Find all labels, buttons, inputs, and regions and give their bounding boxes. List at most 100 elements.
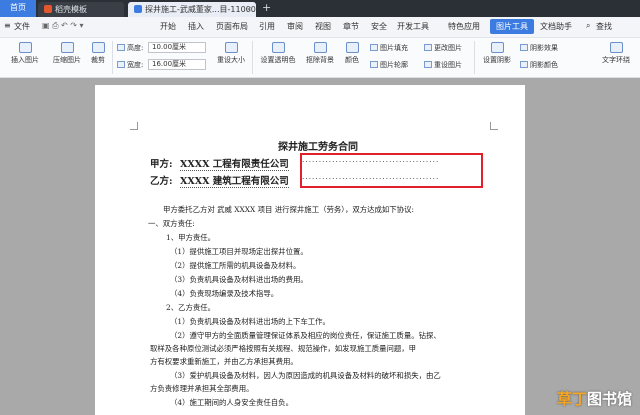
tab-home[interactable]: 首页 (0, 0, 36, 17)
shadow-effect-icon (520, 44, 528, 51)
list-item: （3）负责机具设备及材料进出场的费用。 (170, 274, 308, 285)
remove-background-icon (314, 42, 327, 53)
list-item: （1）提供施工项目并现场定出探井位置。 (170, 246, 308, 257)
reset-picture-label: 重设图片 (434, 61, 462, 69)
picture-fill-button[interactable]: 图片填充 (370, 43, 408, 53)
list-item-continuation: 方负责修理并承担其全部费用。 (150, 383, 253, 394)
watermark-part1: 草丁 (557, 390, 587, 408)
set-shadow-button[interactable]: 设置阴影 (480, 42, 514, 65)
quick-access-icons[interactable]: ▣ ⎙ ↶ ↷ ▾ (42, 21, 84, 31)
ribbon-divider (474, 41, 475, 74)
transparent-color-icon (272, 42, 285, 53)
menu-insert[interactable]: 插入 (188, 21, 204, 32)
party-b-label: 乙方: (150, 173, 173, 187)
party-b-name: XXXX 建筑工程有限公司 (180, 173, 289, 188)
menu-bar: ≡ 文件 ▣ ⎙ ↶ ↷ ▾ 开始 插入 页面布局 引用 审阅 视图 章节 安全… (0, 17, 640, 38)
list-item-continuation: 取样及各种原位测试必须严格按照有关规程、规范操作，如发现施工质量问题，甲 (150, 343, 416, 354)
shadow-color-icon (520, 61, 528, 68)
width-label-text: 宽度: (127, 61, 143, 69)
set-transparent-color-label: 设置透明色 (261, 56, 296, 64)
insert-picture-button[interactable]: 插入图片 (6, 42, 44, 65)
list-item: （2）提供施工所需的机具设备及材料。 (170, 260, 300, 271)
search-icon[interactable]: ⌕ (586, 21, 590, 31)
compress-picture-button[interactable]: 压缩图片 (50, 42, 84, 65)
compress-picture-label: 压缩图片 (53, 56, 81, 64)
set-shadow-label: 设置阴影 (483, 56, 511, 64)
reset-picture-button[interactable]: 重设图片 (424, 60, 462, 70)
shadow-icon (491, 42, 504, 53)
menu-picture-tools[interactable]: 图片工具 (490, 19, 534, 34)
crop-button[interactable]: 裁剪 (88, 42, 108, 65)
list-item: （2）遵守甲方的全面质量管理保证体系及相应的岗位责任，保证施工质量。钻探、 (170, 330, 441, 341)
set-transparent-color-button[interactable]: 设置透明色 (258, 42, 298, 65)
menu-start[interactable]: 开始 (160, 21, 176, 32)
reset-size-label: 重设大小 (217, 56, 245, 64)
picture-outline-button[interactable]: 图片轮廓 (370, 60, 408, 70)
picture-outline-label: 图片轮廓 (380, 61, 408, 69)
watermark-part2: 图书馆 (587, 390, 632, 408)
menu-developer[interactable]: 开发工具 (397, 21, 429, 32)
color-icon (346, 42, 359, 53)
menu-security[interactable]: 安全 (371, 21, 387, 32)
margin-corner-mark (490, 122, 498, 130)
height-label-text: 高度: (127, 44, 143, 52)
ribbon-divider (112, 41, 113, 74)
change-picture-button[interactable]: 更改图片 (424, 43, 462, 53)
menu-view[interactable]: 视图 (315, 21, 331, 32)
menu-references[interactable]: 引用 (259, 21, 275, 32)
list-item: （1）负责机具设备及材料进出场的上下车工作。 (170, 316, 330, 327)
shadow-color-button[interactable]: 阴影颜色 (520, 60, 558, 70)
menu-file[interactable]: 文件 (14, 21, 30, 32)
text-wrap-button[interactable]: 文字环绕 (596, 42, 636, 65)
menu-chapter[interactable]: 章节 (343, 21, 359, 32)
menu-page-layout[interactable]: 页面布局 (216, 21, 248, 32)
list-item: （4）施工期间的人身安全责任自负。 (170, 397, 293, 408)
color-button[interactable]: 颜色 (342, 42, 362, 65)
menu-features[interactable]: 特色应用 (448, 21, 480, 32)
writer-doc-icon (134, 5, 142, 13)
margin-corner-mark (130, 122, 138, 130)
menu-search[interactable]: 查找 (596, 21, 612, 32)
reset-size-button[interactable]: 重设大小 (214, 42, 248, 65)
party-a-duty-heading: 1、甲方责任。 (166, 232, 215, 243)
picture-outline-icon (370, 61, 378, 68)
ribbon-divider (252, 41, 253, 74)
remove-background-label: 抠除背景 (306, 56, 334, 64)
remove-background-button[interactable]: 抠除背景 (302, 42, 338, 65)
picture-icon (19, 42, 32, 53)
height-icon (117, 44, 125, 51)
party-a-name: XXXX 工程有限责任公司 (180, 156, 289, 171)
tab-template[interactable]: 稻壳模板 (38, 2, 124, 17)
text-wrap-label: 文字环绕 (602, 56, 630, 64)
change-picture-label: 更改图片 (434, 44, 462, 52)
list-item: （4）负责现场编录及技术指导。 (170, 288, 278, 299)
menu-icon[interactable]: ≡ (4, 21, 11, 30)
height-input[interactable]: 10.00厘米 (148, 42, 206, 53)
color-label: 颜色 (345, 56, 359, 64)
picture-fill-label: 图片填充 (380, 44, 408, 52)
list-item-continuation: 方有权要求重新施工，并由乙方承担其费用。 (150, 356, 298, 367)
document-title: 探井施工劳务合同 (278, 138, 358, 153)
list-item: （3）爱护机具设备及材料，因人为原因造成的机具设备及材料的破坏和损失，由乙 (170, 370, 441, 381)
insert-picture-label: 插入图片 (11, 56, 39, 64)
shadow-effect-label: 阴影效果 (530, 44, 558, 52)
menu-review[interactable]: 审阅 (287, 21, 303, 32)
shadow-effect-button[interactable]: 阴影效果 (520, 43, 558, 53)
text-wrap-icon (610, 42, 623, 53)
new-tab-icon[interactable]: + (262, 1, 271, 14)
width-label: 宽度: (117, 60, 143, 70)
tab-document[interactable]: 探井施工-武威董家...目-110000元 ✕ (128, 2, 256, 17)
crop-icon (92, 42, 105, 53)
party-a-label: 甲方: (150, 156, 173, 170)
shadow-color-label: 阴影颜色 (530, 61, 558, 69)
close-icon[interactable]: ✕ (245, 2, 252, 17)
intro-paragraph: 甲方委托乙方对 武威 XXXX 项目 进行探井施工（劳务），双方达成如下协议: (163, 204, 414, 215)
width-icon (117, 61, 125, 68)
compress-icon (61, 42, 74, 53)
change-picture-icon (424, 44, 432, 51)
section-1-heading: 一、双方责任: (148, 218, 195, 229)
reset-size-icon (225, 42, 238, 53)
menu-doc-assistant[interactable]: 文档助手 (540, 21, 572, 32)
width-input[interactable]: 16.00厘米 (148, 59, 206, 70)
height-label: 高度: (117, 43, 143, 53)
